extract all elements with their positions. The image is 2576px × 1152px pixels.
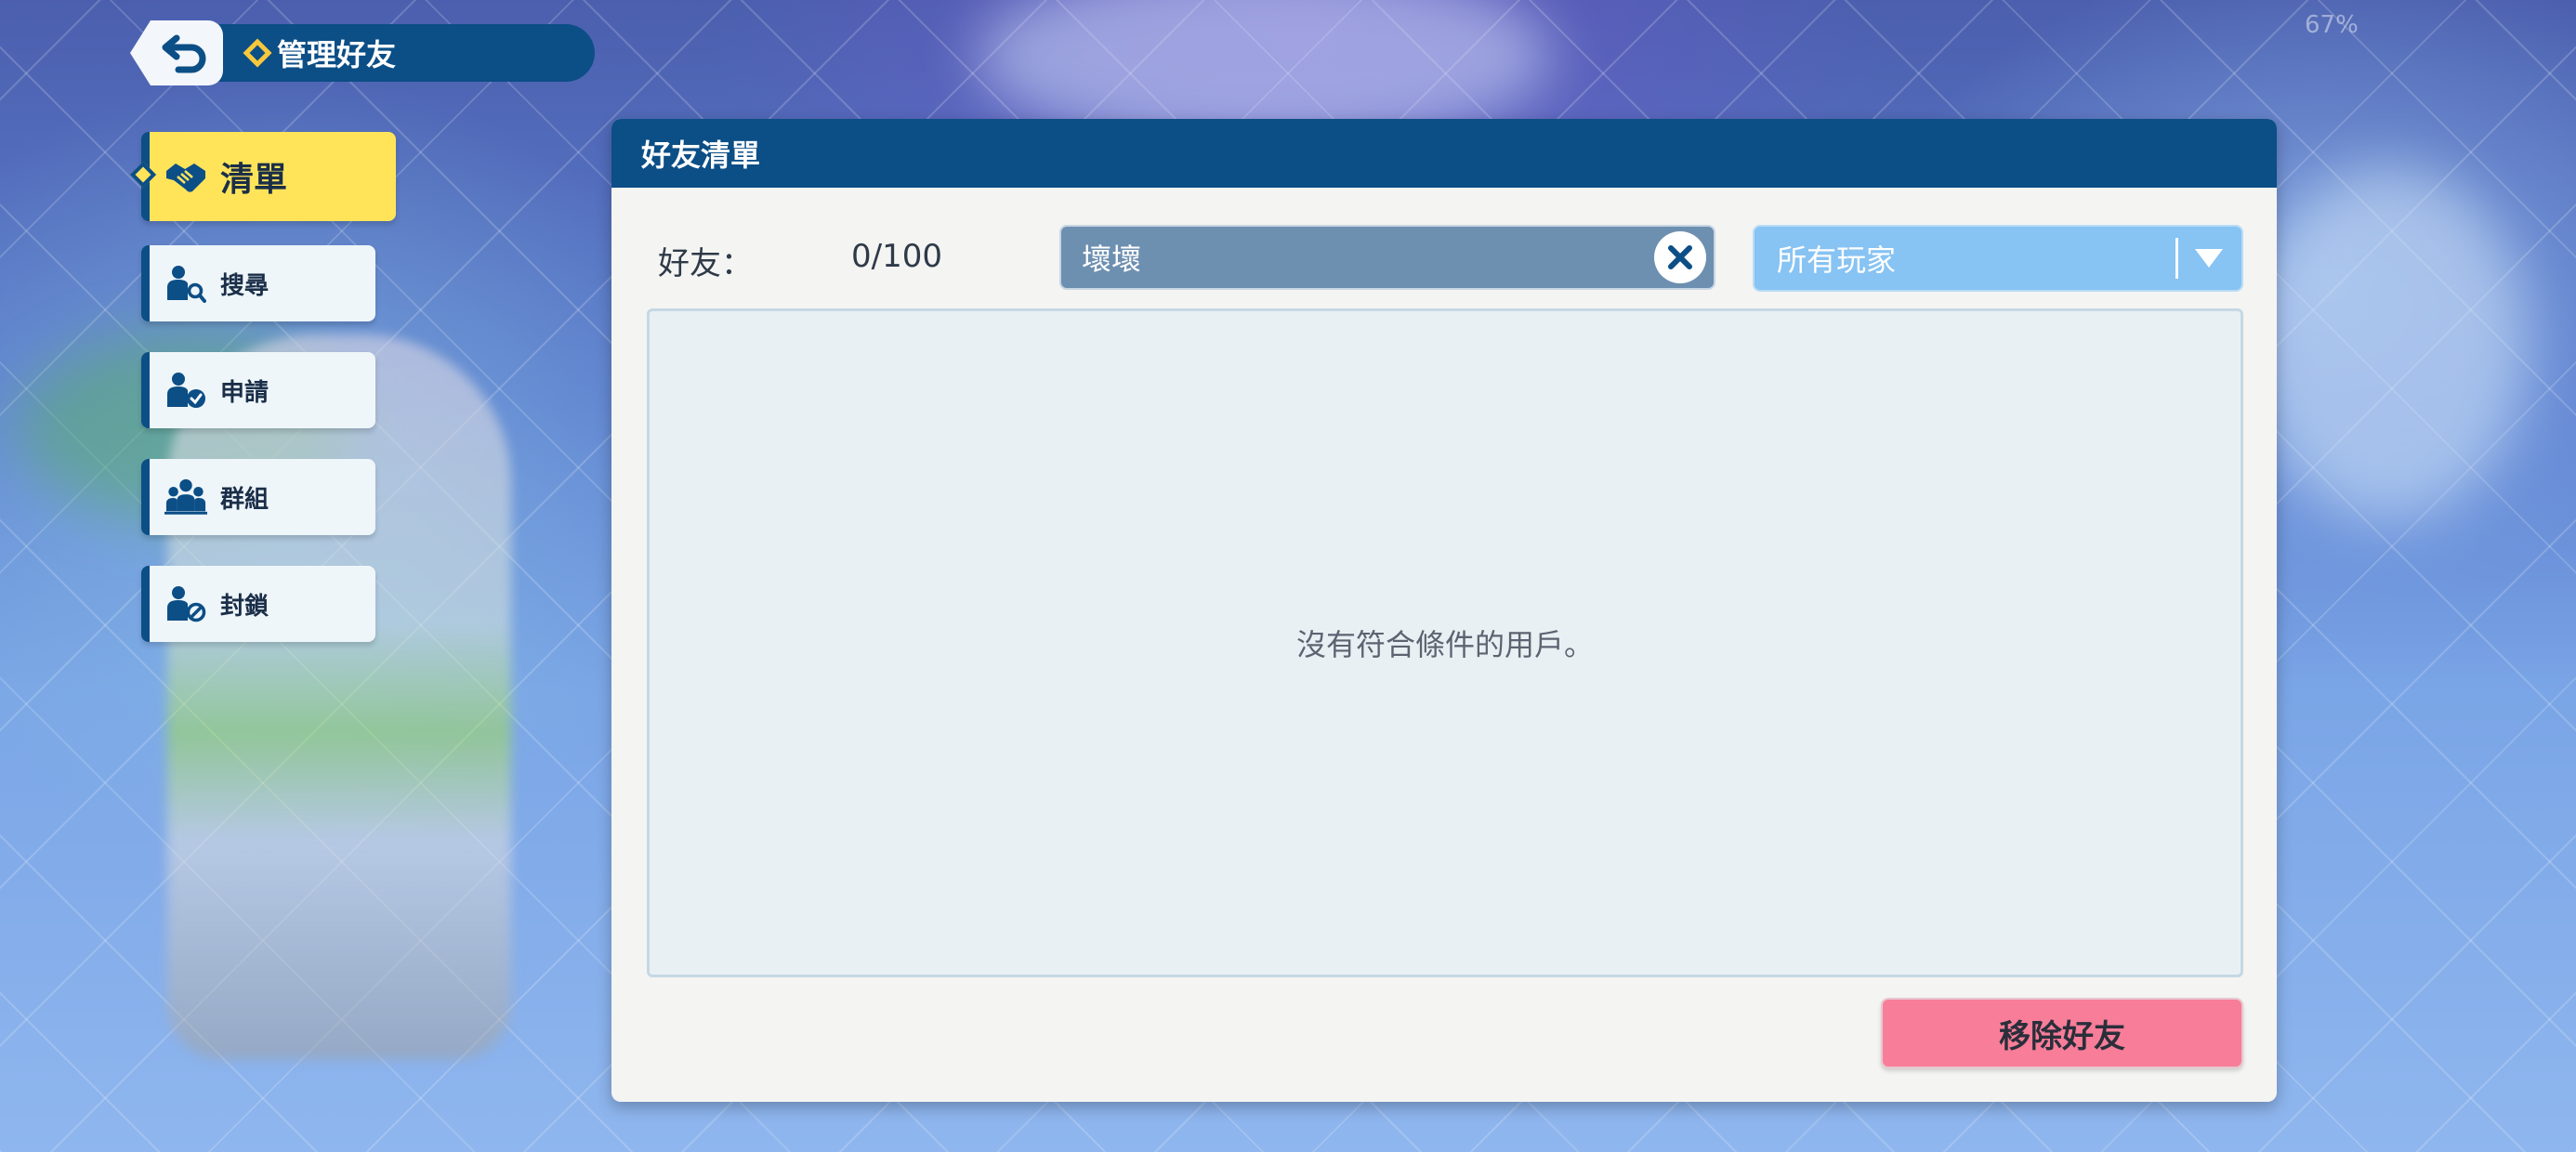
panel-title: 好友清單: [641, 137, 761, 173]
sidebar-item-requests[interactable]: 申請: [141, 352, 375, 428]
sidebar-item-label: 封鎖: [220, 592, 269, 621]
handshake-icon: [164, 155, 207, 198]
search-input[interactable]: [1082, 240, 1654, 275]
sidebar-item-list[interactable]: 清單: [141, 132, 396, 221]
clear-search-button[interactable]: [1654, 231, 1706, 283]
sidebar-item-groups[interactable]: 群組: [141, 459, 375, 535]
sidebar-item-label: 清單: [220, 161, 288, 199]
user-check-icon: [164, 369, 207, 412]
remove-friend-label: 移除好友: [1999, 1017, 2125, 1055]
friend-list-panel: 好友清單 好友： 0/100 所有玩家 沒有符合條件的用戶。 移除好友: [611, 119, 2277, 1102]
player-filter-dropdown[interactable]: 所有玩家: [1753, 225, 2243, 292]
user-search-icon: [164, 262, 207, 305]
sidebar-item-blocked[interactable]: 封鎖: [141, 566, 375, 642]
sidebar-item-label: 搜尋: [220, 271, 269, 300]
diamond-icon: [243, 38, 272, 68]
friends-count: 0/100: [851, 238, 942, 275]
friends-label: 好友：: [658, 245, 753, 282]
chevron-down-icon: [2195, 249, 2223, 268]
page-title: 管理好友: [243, 30, 397, 76]
friend-list[interactable]: 沒有符合條件的用戶。: [647, 308, 2243, 977]
sidebar-item-search[interactable]: 搜尋: [141, 245, 375, 321]
battery-status: 67%: [2305, 11, 2359, 39]
player-character: [167, 334, 511, 1059]
user-block-icon: [164, 583, 207, 625]
group-icon: [164, 476, 207, 518]
sidebar-item-label: 群組: [220, 485, 269, 514]
page-title-text: 管理好友: [277, 37, 397, 72]
close-icon: [1668, 245, 1692, 269]
panel-header: 好友清單: [611, 119, 2277, 188]
sidebar-item-label: 申請: [220, 378, 269, 407]
dropdown-divider: [2175, 238, 2178, 279]
back-arrow-icon: [162, 34, 206, 73]
search-box[interactable]: [1059, 225, 1715, 290]
top-bar: 管理好友: [130, 20, 595, 85]
background-building: [2249, 167, 2528, 520]
filter-selected-value: 所有玩家: [1777, 242, 1897, 278]
remove-friend-button[interactable]: 移除好友: [1881, 998, 2243, 1068]
empty-state-message: 沒有符合條件的用戶。: [1295, 627, 1594, 662]
back-button[interactable]: [130, 20, 223, 85]
